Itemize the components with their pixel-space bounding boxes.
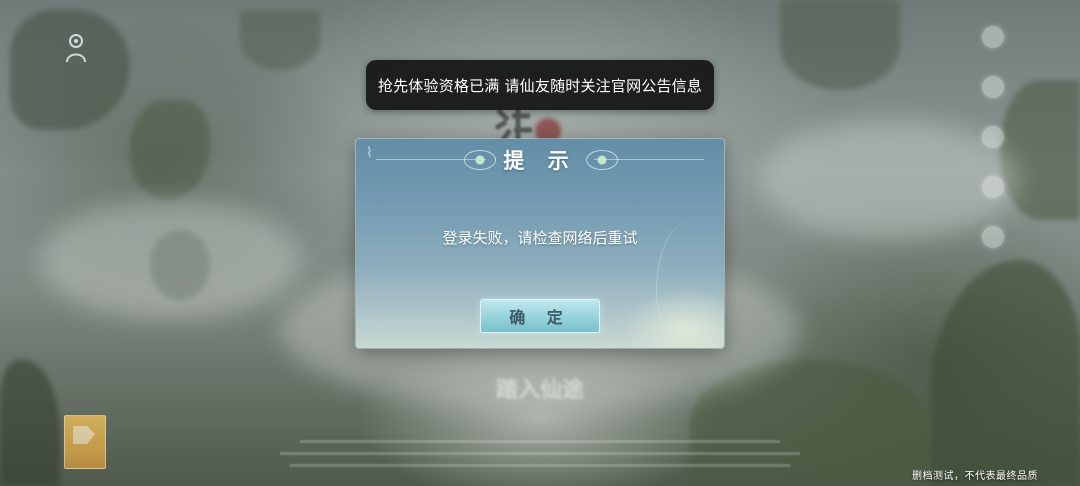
- menu-icon-3[interactable]: [982, 126, 1004, 148]
- menu-icon-5[interactable]: [982, 226, 1004, 248]
- test-disclaimer: 删档测试，不代表最终品质: [912, 471, 1038, 482]
- floating-island: [780, 0, 900, 90]
- confirm-button[interactable]: 确 定: [481, 300, 599, 332]
- floating-island: [10, 10, 130, 130]
- floating-island: [130, 100, 210, 200]
- menu-icon-4[interactable]: [982, 176, 1004, 198]
- cliff: [930, 260, 1080, 486]
- floating-island: [240, 10, 320, 70]
- alert-dialog: ⌇ 提 示 登录失败，请检查网络后重试 确 定: [356, 139, 724, 348]
- mist-cloud: [40, 200, 300, 320]
- menu-icon-2[interactable]: [982, 76, 1004, 98]
- toast-notification: 抢先体验资格已满 请仙友随时关注官网公告信息: [366, 60, 714, 110]
- dialog-title: 提 示: [503, 148, 577, 173]
- side-menu: [980, 26, 1006, 276]
- menu-icon-1[interactable]: [982, 26, 1004, 48]
- age-rating-icon[interactable]: [64, 415, 106, 469]
- game-login-screen: 抢先体验资格已满 请仙友随时关注官网公告信息 ⌇ 提 示 登录失败，请检查网络后…: [0, 0, 1080, 486]
- legal-text-line: [290, 464, 790, 467]
- character-icon[interactable]: [64, 32, 88, 64]
- legal-text-line: [280, 452, 800, 455]
- start-game-title[interactable]: 踏入仙途: [470, 372, 610, 404]
- legal-text-line: [300, 440, 780, 443]
- cliff: [0, 360, 60, 486]
